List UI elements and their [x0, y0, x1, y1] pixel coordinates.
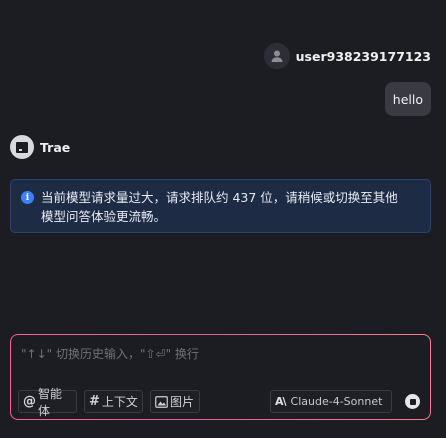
user-icon — [263, 43, 290, 69]
chat-panel: user938239177123 hello Trae i 当前模型请求量过大，… — [0, 0, 446, 438]
hash-icon: # — [89, 394, 100, 409]
model-selector[interactable]: A\ Claude-4-Sonnet — [270, 390, 392, 413]
queue-notice: i 当前模型请求量过大，请求排队约 437 位，请稍候或切换至其他 模型问答体验… — [10, 179, 431, 233]
notice-line-1: 当前模型请求量过大，请求排队约 437 位，请稍候或切换至其他 — [41, 190, 398, 205]
trae-logo-icon — [10, 135, 34, 159]
user-header: user938239177123 — [263, 43, 431, 69]
anthropic-icon: A\ — [275, 395, 286, 408]
assistant-name: Trae — [40, 139, 71, 155]
image-button[interactable]: 图片 — [150, 390, 200, 413]
user-message-bubble: hello — [384, 82, 431, 116]
stop-icon — [409, 398, 416, 405]
info-icon: i — [21, 191, 34, 204]
agent-button[interactable]: @ 智能体 — [18, 387, 77, 418]
at-icon: @ — [23, 394, 36, 409]
notice-text: 当前模型请求量过大，请求排队约 437 位，请稍候或切换至其他 模型问答体验更流… — [41, 188, 398, 226]
image-label: 图片 — [170, 395, 195, 409]
agent-label: 智能体 — [38, 386, 63, 418]
image-icon — [155, 395, 168, 408]
context-button[interactable]: # 上下文 — [84, 390, 143, 413]
user-name: user938239177123 — [295, 48, 431, 64]
model-label: Claude-4-Sonnet — [290, 395, 383, 408]
context-label: 上下文 — [101, 395, 138, 409]
chat-input-box[interactable]: "↑↓" 切换历史输入，"⇧⏎" 换行 @ 智能体 # 上下文 图片 A\ Cl… — [10, 334, 431, 420]
assistant-header: Trae — [10, 135, 70, 159]
chat-input-placeholder[interactable]: "↑↓" 切换历史输入，"⇧⏎" 换行 — [21, 345, 199, 362]
chat-input-inner[interactable]: "↑↓" 切换历史输入，"⇧⏎" 换行 @ 智能体 # 上下文 图片 A\ Cl… — [11, 335, 430, 419]
notice-line-2: 模型问答体验更流畅。 — [41, 209, 167, 224]
stop-button[interactable] — [405, 394, 420, 409]
